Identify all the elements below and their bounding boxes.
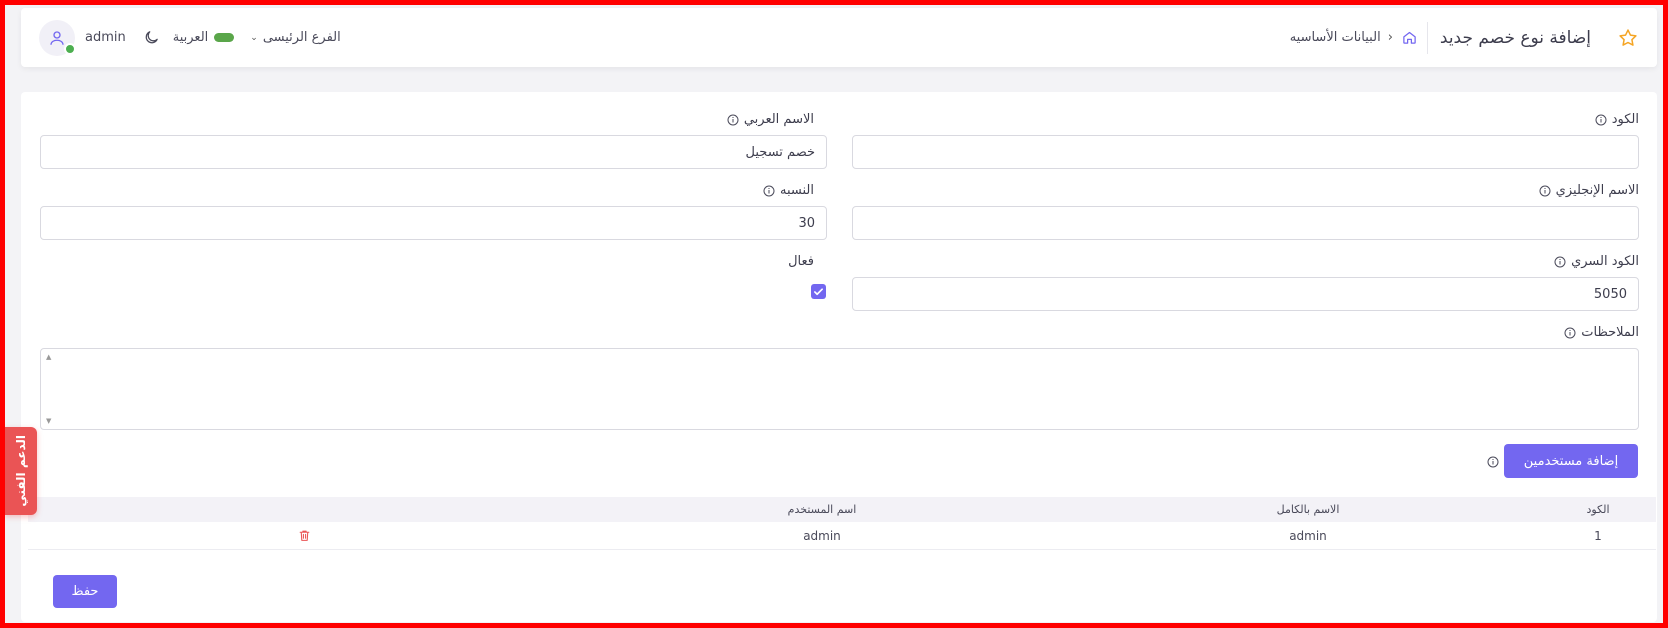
user-icon xyxy=(50,30,64,45)
language-flag-icon xyxy=(214,33,235,42)
online-status-dot xyxy=(64,42,76,55)
percentage-input[interactable]: 30 xyxy=(40,206,827,240)
header-title-area: إضافة نوع خصم جديد › البيانات الأساسيه xyxy=(1290,8,1657,67)
active-checkbox[interactable] xyxy=(811,284,826,299)
info-icon xyxy=(763,185,775,197)
trash-icon xyxy=(298,529,312,543)
save-button[interactable]: حفظ xyxy=(53,575,117,608)
technical-support-tab[interactable]: الدعم الفني xyxy=(4,427,37,515)
code-input[interactable] xyxy=(852,135,1639,169)
arabic-name-label-text: الاسم العربي xyxy=(743,112,814,127)
form-card: الكود الاسم العربي خصم تسجيل الاسم الإنج… xyxy=(21,92,1657,622)
active-label: فعال xyxy=(788,254,814,269)
header-user-area: admin العربية ⌄ الفرع الرئيسى xyxy=(39,8,341,67)
support-tab-label: الدعم الفني xyxy=(13,435,28,507)
star-icon[interactable] xyxy=(1617,27,1639,49)
check-icon xyxy=(814,288,823,296)
info-icon xyxy=(727,114,739,126)
scroll-up-icon[interactable]: ▲ xyxy=(46,353,51,361)
secret-code-label-text: الكود السري xyxy=(1571,254,1639,269)
english-name-label: الاسم الإنجليزي xyxy=(1539,183,1639,198)
user-name[interactable]: admin xyxy=(85,30,126,45)
breadcrumb-basic-data[interactable]: البيانات الأساسيه xyxy=(1290,30,1381,45)
column-header-username: اسم المستخدم xyxy=(787,503,857,516)
secret-code-label: الكود السري xyxy=(1554,254,1639,269)
chevron-down-icon: ⌄ xyxy=(250,32,258,43)
code-label-text: الكود xyxy=(1611,112,1639,127)
language-switcher[interactable]: العربية xyxy=(173,30,235,45)
notes-textarea[interactable]: ▲ ▼ xyxy=(40,348,1639,430)
breadcrumb-separator: › xyxy=(1387,30,1393,45)
cell-code: 1 xyxy=(1594,528,1602,543)
avatar[interactable] xyxy=(39,19,76,56)
users-table-header: الكود الاسم بالكامل اسم المستخدم xyxy=(28,497,1656,522)
cell-username: admin xyxy=(803,528,841,543)
moon-icon[interactable] xyxy=(143,29,161,47)
english-name-label-text: الاسم الإنجليزي xyxy=(1555,183,1639,198)
top-navbar: إضافة نوع خصم جديد › البيانات الأساسيه a… xyxy=(21,8,1657,67)
secret-code-input[interactable]: 5050 xyxy=(852,277,1639,311)
branch-selector[interactable]: ⌄ الفرع الرئيسى xyxy=(250,30,340,45)
info-icon xyxy=(1595,114,1607,126)
info-icon xyxy=(1554,256,1566,268)
scroll-down-icon[interactable]: ▼ xyxy=(46,417,51,425)
column-header-full-name: الاسم بالكامل xyxy=(1276,503,1340,516)
active-label-text: فعال xyxy=(788,254,814,269)
textarea-scrollbar[interactable]: ▲ ▼ xyxy=(41,349,58,429)
arabic-name-label: الاسم العربي xyxy=(727,112,814,127)
cell-full-name: admin xyxy=(1289,528,1327,543)
home-icon[interactable] xyxy=(1402,30,1418,46)
percentage-label: النسبه xyxy=(763,183,814,198)
info-icon xyxy=(1564,327,1576,339)
notes-label: الملاحظات xyxy=(1564,325,1639,340)
add-users-button[interactable]: إضافة مستخدمين xyxy=(1504,444,1638,478)
page-title: إضافة نوع خصم جديد xyxy=(1439,27,1591,48)
arabic-name-input[interactable]: خصم تسجيل xyxy=(40,135,827,169)
notes-label-text: الملاحظات xyxy=(1581,325,1639,340)
delete-row-button[interactable] xyxy=(290,522,320,549)
code-label: الكود xyxy=(1595,112,1639,127)
column-header-code: الكود xyxy=(1586,503,1610,516)
branch-label: الفرع الرئيسى xyxy=(262,30,341,45)
info-icon xyxy=(1539,185,1551,197)
percentage-label-text: النسبه xyxy=(780,183,814,198)
english-name-input[interactable] xyxy=(852,206,1639,240)
language-label: العربية xyxy=(172,30,209,45)
header-divider xyxy=(1426,21,1428,54)
info-icon xyxy=(1487,456,1499,468)
table-row: 1 admin admin xyxy=(28,522,1656,550)
